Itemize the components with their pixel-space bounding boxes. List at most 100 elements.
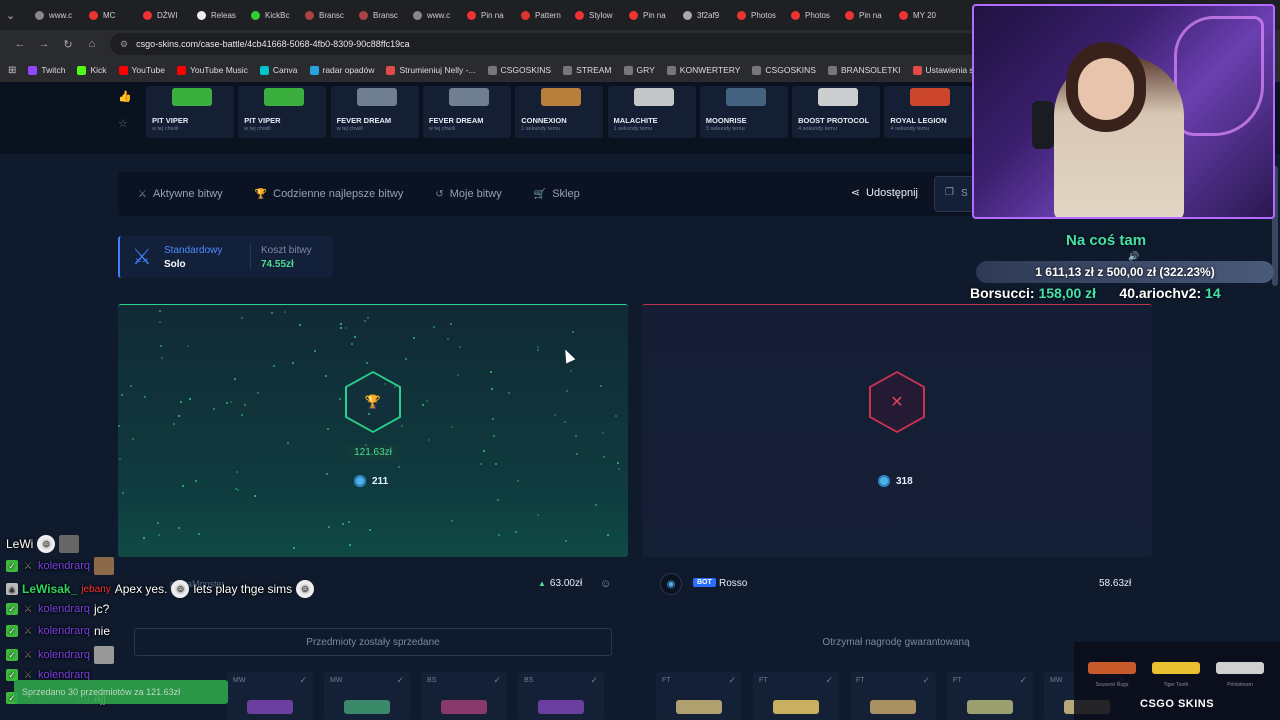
bookmark-item[interactable]: Canva <box>259 65 298 75</box>
menu-item-3[interactable]: ↺ Moje bitwy <box>435 188 501 200</box>
particle <box>600 385 602 387</box>
drop-time: w tej chwili <box>152 126 179 132</box>
particle <box>515 531 517 533</box>
bookmark-item[interactable]: GRY <box>623 65 655 75</box>
browser-tab[interactable]: Pattern <box>514 0 568 30</box>
live-drop-card[interactable]: MALACHITE 1 sekundy temu <box>607 86 696 138</box>
site-info-icon[interactable]: ⚙ <box>120 39 128 50</box>
thumbs-up-icon[interactable]: 👍 <box>118 90 134 103</box>
chat-user: LeWisak_ <box>22 582 78 596</box>
check-circle-icon[interactable]: ✓ <box>1019 675 1027 686</box>
bookmark-item[interactable]: YouTube Music <box>176 65 248 75</box>
right-player-name[interactable]: Rosso <box>719 578 747 589</box>
weapon-icon <box>1152 662 1200 674</box>
bookmark-item[interactable]: Twitch <box>28 65 65 75</box>
browser-tab[interactable]: Pin na <box>838 0 892 30</box>
check-circle-icon[interactable]: ✓ <box>728 675 736 686</box>
widget-item-label: Printstream <box>1227 682 1253 688</box>
tab-search-icon[interactable]: ⌄ <box>6 9 28 22</box>
check-circle-icon[interactable]: ✓ <box>825 675 833 686</box>
bookmark-item[interactable]: CSGOSKINS <box>487 65 551 75</box>
smile-icon[interactable]: ☺ <box>600 578 611 590</box>
verified-badge-icon: ✓ <box>6 625 18 637</box>
drop-time: 4 sekundy temu <box>798 126 837 132</box>
browser-tab[interactable]: KickBc <box>244 0 298 30</box>
share-button[interactable]: ⋖ Udostępnij <box>851 186 918 200</box>
menu-item-1[interactable]: ⚔ Aktywne bitwy <box>138 188 223 200</box>
back-icon[interactable]: ← <box>8 38 32 50</box>
item-card[interactable]: BS ✓ <box>518 672 604 720</box>
bookmark-favicon-icon <box>259 65 269 75</box>
browser-tab[interactable]: Photos <box>784 0 838 30</box>
check-circle-icon[interactable]: ✓ <box>493 675 501 686</box>
particle <box>339 398 341 400</box>
bookmark-item[interactable]: YouTube <box>118 65 165 75</box>
tab-title: Pattern <box>535 10 561 20</box>
live-drop-card[interactable]: PIT VIPER w tej chwili <box>146 86 234 138</box>
bookmark-item[interactable]: KONWERTERY <box>666 65 740 75</box>
browser-tab[interactable]: Bransc <box>298 0 352 30</box>
cost-label: Koszt bitwy <box>261 245 312 256</box>
forward-icon[interactable]: → <box>32 38 56 50</box>
csgo-skins-logo: CSGO SKINS <box>1140 698 1215 710</box>
bookmark-item[interactable]: STREAM <box>563 65 612 75</box>
bookmark-item[interactable]: Kick <box>77 65 107 75</box>
bot-avatar[interactable]: ◉ <box>660 573 682 595</box>
item-card[interactable]: FT ✓ <box>947 672 1033 720</box>
drop-time: 1 sekundy temu <box>521 126 561 132</box>
browser-tab[interactable]: 3f2af9 <box>676 0 730 30</box>
browser-tab[interactable]: MC <box>82 0 136 30</box>
reload-icon[interactable]: ↻ <box>56 38 80 51</box>
home-icon[interactable]: ⌂ <box>80 38 104 50</box>
bookmark-item[interactable]: radar opadów <box>309 65 374 75</box>
item-card[interactable]: FT ✓ <box>850 672 936 720</box>
live-drop-card[interactable]: FEVER DREAM w tej chwili <box>330 86 419 138</box>
speaker-icon: 🔊 <box>1128 251 1140 261</box>
browser-tab[interactable]: Photos <box>730 0 784 30</box>
live-drop-card[interactable]: CONNEXION 1 sekundy temu <box>515 86 604 138</box>
browser-tab[interactable]: www.c <box>406 0 460 30</box>
bookmark-item[interactable]: BRANSOLETKI <box>827 65 901 75</box>
item-card[interactable]: FT ✓ <box>656 672 742 720</box>
browser-tab[interactable]: Pin na <box>460 0 514 30</box>
swords-icon: ⚔ <box>138 188 147 200</box>
live-drop-card[interactable]: BOOST PROTOCOL 4 sekundy temu <box>792 86 881 138</box>
particle <box>451 426 453 428</box>
browser-tab[interactable]: www.c <box>28 0 82 30</box>
particle <box>160 345 162 347</box>
emote-image <box>93 557 114 575</box>
tab-favicon-icon <box>359 10 368 20</box>
weapon-icon <box>725 88 766 106</box>
share-label: Udostępnij <box>866 186 918 199</box>
menu-item-4[interactable]: 🛒 Sklep <box>534 188 580 200</box>
browser-tab[interactable]: Bransc <box>352 0 406 30</box>
apps-icon[interactable]: ⊞ <box>8 65 16 76</box>
browser-tab[interactable]: Releas <box>190 0 244 30</box>
browser-tab[interactable]: MY 20 <box>892 0 946 30</box>
menu-item-2[interactable]: 🏆 Codzienne najlepsze bitwy <box>255 188 404 200</box>
particle <box>230 401 232 403</box>
particle <box>607 534 609 536</box>
mode-value: Solo <box>164 259 186 270</box>
bookmark-item[interactable]: Strumieniuj Nelly -... <box>386 65 476 75</box>
browser-tab[interactable]: Pin na <box>622 0 676 30</box>
bookmark-item[interactable]: CSGOSKINS <box>752 65 816 75</box>
live-drop-card[interactable]: MOONRISE 3 sekundy temu <box>699 86 788 138</box>
item-card[interactable]: FT ✓ <box>753 672 839 720</box>
url-input[interactable]: ⚙ csgo-skins.com/case-battle/4cb41668-50… <box>110 33 990 55</box>
star-icon[interactable]: ☆ <box>118 117 134 130</box>
particle <box>433 326 435 328</box>
browser-tab[interactable]: DŹWI <box>136 0 190 30</box>
tab-title: Pin na <box>643 10 666 20</box>
item-grade: BS <box>524 677 534 684</box>
bookmark-favicon-icon <box>309 65 319 75</box>
crossed-swords-icon: ⚔ <box>132 244 152 269</box>
live-drop-card[interactable]: PIT VIPER w tej chwili <box>238 86 327 138</box>
particle <box>537 346 539 348</box>
live-drop-card[interactable]: FEVER DREAM w tej chwili <box>422 86 511 138</box>
check-circle-icon[interactable]: ✓ <box>590 675 598 686</box>
browser-tab[interactable]: Stylow <box>568 0 622 30</box>
live-drop-card[interactable]: ROYAL LEGION 4 sekundy temu <box>884 86 973 138</box>
particle <box>564 421 566 423</box>
check-circle-icon[interactable]: ✓ <box>922 675 930 686</box>
